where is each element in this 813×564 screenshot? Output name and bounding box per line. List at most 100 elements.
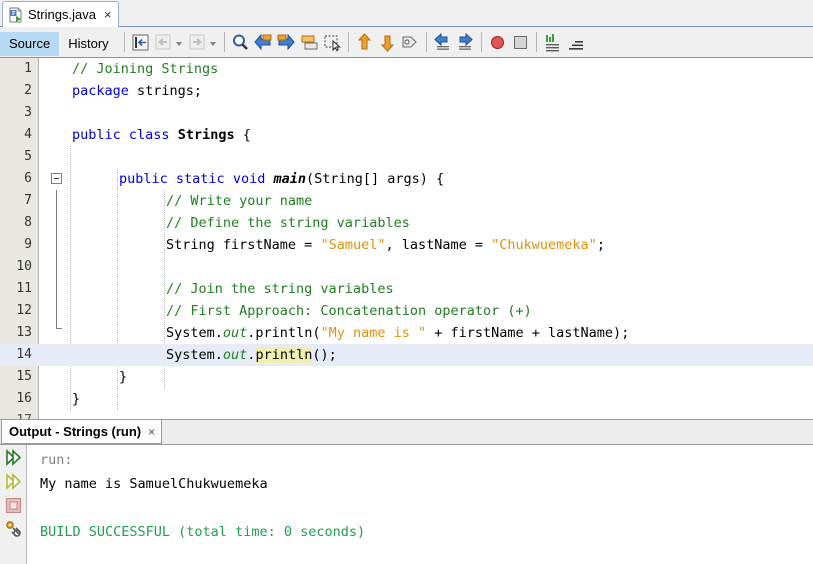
clean-and-build-icon[interactable]: [4, 520, 23, 539]
netbeans-window: Strings.java × Source History 1 // Joini…: [0, 0, 813, 564]
stop-icon[interactable]: [4, 496, 23, 515]
code-text: System.out.println();: [166, 344, 337, 366]
code-text: String firstName = "Samuel", lastName = …: [166, 234, 605, 256]
output-gutter: [0, 445, 27, 564]
code-fold-toggle-icon[interactable]: [51, 173, 62, 184]
code-line[interactable]: 5: [0, 146, 813, 168]
forward-dropdown-icon[interactable]: [209, 32, 218, 53]
code-line[interactable]: 9 String firstName = "Samuel", lastName =…: [0, 234, 813, 256]
code-line[interactable]: 13 System.out.println("My name is " + fir…: [0, 322, 813, 344]
close-icon[interactable]: ×: [148, 425, 155, 439]
code-line[interactable]: 15}: [0, 366, 813, 388]
code-line[interactable]: 4 public class Strings {: [0, 124, 813, 146]
tab-history-label: History: [68, 36, 109, 51]
forward-icon[interactable]: [187, 32, 208, 53]
output-tab-strip: Output - Strings (run) ×: [0, 420, 813, 445]
tab-source-label: Source: [9, 36, 51, 51]
code-line[interactable]: 1 // Joining Strings: [0, 58, 813, 80]
toggle-bookmark-icon[interactable]: [510, 32, 531, 53]
code-token: // First Approach: Concatenation operato…: [166, 303, 532, 319]
code-line[interactable]: 2 package strings;: [0, 80, 813, 102]
inspect-hierarchy-icon[interactable]: [565, 32, 586, 53]
toggle-breakpoint-icon[interactable]: [487, 32, 508, 53]
file-tab-label: Strings.java: [28, 7, 96, 22]
code-line[interactable]: 14 System.out.println();: [0, 344, 813, 366]
line-number: 7: [24, 193, 32, 208]
code-text: // Write your name: [166, 190, 312, 212]
shift-right-icon[interactable]: [455, 32, 476, 53]
code-token: class: [128, 127, 170, 143]
shift-line-up-icon[interactable]: [354, 32, 375, 53]
code-token: }: [119, 369, 128, 385]
code-token: System.: [166, 347, 223, 363]
close-icon[interactable]: ×: [104, 8, 112, 21]
code-line[interactable]: 12 // First Approach: Concatenation opera…: [0, 300, 813, 322]
tab-history[interactable]: History: [59, 32, 117, 56]
code-text: public class Strings {: [72, 124, 251, 146]
toolbar-separator: [480, 32, 482, 52]
output-tab-label: Output - Strings (run): [9, 424, 142, 439]
line-number: 5: [24, 149, 32, 164]
code-editor[interactable]: 1 // Joining Strings 2 package strings; 3 4 pu…: [0, 58, 813, 419]
code-line[interactable]: 7 // Write your name: [0, 190, 813, 212]
code-token: // Define the string variables: [166, 215, 410, 231]
comment-icon[interactable]: [400, 32, 421, 53]
code-token: ();: [312, 347, 337, 363]
code-token: ;: [596, 237, 605, 253]
code-token: // Write your name: [166, 193, 313, 209]
output-window: Output - Strings (run) × run: My name is…: [0, 420, 813, 564]
code-token: System.: [166, 325, 223, 341]
shift-line-down-icon[interactable]: [377, 32, 398, 53]
line-number: 11: [16, 281, 32, 296]
back-dropdown-icon[interactable]: [175, 32, 184, 53]
output-body[interactable]: run: My name is SamuelChukwuemeka BUILD S…: [0, 445, 813, 564]
code-text: // Define the string variables: [166, 212, 410, 234]
code-lines: 1 // Joining Strings 2 package strings; 3 4 pu…: [0, 58, 813, 419]
code-token: // Join the string variables: [166, 281, 394, 297]
output-tab[interactable]: Output - Strings (run) ×: [1, 420, 163, 444]
code-token: strings;: [128, 83, 203, 99]
line-number-clipped: 17: [0, 410, 32, 419]
code-token: // Joining Strings: [72, 61, 219, 77]
java-file-icon: [8, 6, 24, 23]
back-icon[interactable]: [153, 32, 174, 53]
toolbar-separator: [535, 32, 537, 52]
code-line[interactable]: 8 // Define the string variables: [0, 212, 813, 234]
tab-source[interactable]: Source: [0, 31, 60, 56]
line-number: 2: [24, 83, 32, 98]
find-next-icon[interactable]: [276, 32, 297, 53]
code-token: "Samuel": [320, 237, 386, 253]
code-token: out: [222, 347, 248, 363]
code-token: }: [72, 391, 81, 407]
line-number: 16: [16, 391, 32, 406]
run-icon[interactable]: [4, 448, 23, 467]
code-line[interactable]: 6 public static void main(String[] args) …: [0, 168, 813, 190]
code-text: }: [72, 388, 80, 410]
code-token: println: [255, 347, 313, 363]
last-edit-icon[interactable]: [130, 32, 151, 53]
rerun-icon[interactable]: [4, 472, 23, 491]
line-number: 4: [24, 127, 32, 142]
line-number: 15: [16, 369, 32, 384]
find-icon[interactable]: [230, 32, 251, 53]
toggle-rectangular-selection-icon[interactable]: [322, 32, 343, 53]
inspect-members-icon[interactable]: [542, 32, 563, 53]
shift-left-icon[interactable]: [432, 32, 453, 53]
output-line: My name is SamuelChukwuemeka: [40, 476, 268, 492]
code-line[interactable]: 11 // Join the string variables: [0, 278, 813, 300]
file-tab-strings-java[interactable]: Strings.java ×: [2, 1, 119, 27]
code-line[interactable]: 3: [0, 102, 813, 124]
code-line[interactable]: 10: [0, 256, 813, 278]
code-line[interactable]: 16}: [0, 388, 813, 410]
editor-tab-strip: Strings.java ×: [0, 0, 813, 27]
code-token: "My name is ": [320, 325, 427, 341]
code-text: // Joining Strings: [72, 58, 218, 80]
find-previous-icon[interactable]: [253, 32, 274, 53]
code-token: out: [222, 325, 248, 341]
toggle-highlight-icon[interactable]: [299, 32, 320, 53]
